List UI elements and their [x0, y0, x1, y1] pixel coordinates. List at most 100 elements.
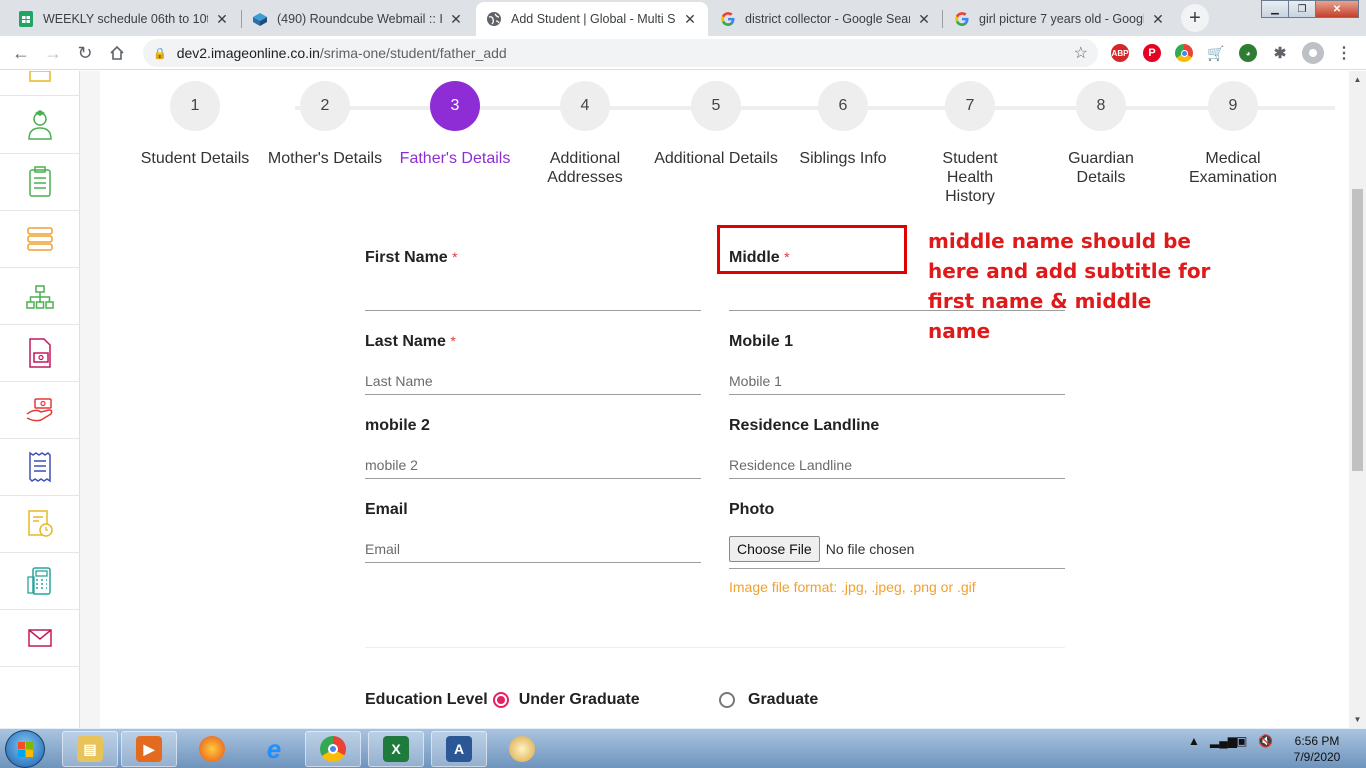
annotation-note: middle name should be here and add subti…	[928, 229, 1211, 343]
step-siblings-info[interactable]: 6 Siblings Info	[778, 81, 908, 168]
tab-roundcube[interactable]: (490) Roundcube Webmail :: Inb ✕	[242, 2, 474, 36]
sidebar-item-timetable[interactable]	[0, 496, 80, 553]
globe-extension-icon[interactable]: ◕	[1239, 44, 1257, 62]
sidebar-item-list[interactable]	[0, 211, 80, 268]
taskbar-ie[interactable]: e	[246, 731, 302, 767]
scroll-up-icon[interactable]: ▲	[1349, 71, 1366, 88]
annotation-highlight-box	[717, 225, 907, 274]
last-name-input[interactable]	[365, 367, 701, 395]
photo-label: Photo	[729, 501, 775, 518]
receipt-icon	[29, 451, 51, 483]
sidebar-item-messages[interactable]	[0, 610, 80, 667]
tab-weekly-schedule[interactable]: WEEKLY schedule 06th to 10th Ju ✕	[8, 2, 240, 36]
education-level-label: Education Level	[365, 691, 488, 708]
scroll-thumb[interactable]	[1352, 189, 1363, 471]
step-additional-details[interactable]: 5 Additional Details	[651, 81, 781, 168]
page-scrollbar[interactable]: ▲ ▼	[1349, 71, 1366, 728]
restore-icon[interactable]: ❐	[1288, 0, 1316, 18]
cart-icon[interactable]: 🛒	[1207, 44, 1225, 62]
taskbar-word[interactable]: A	[431, 731, 487, 767]
email-label: Email	[365, 501, 408, 518]
step-label: Additional Details	[654, 150, 778, 167]
taskbar-explorer[interactable]: ▤	[62, 731, 118, 767]
close-window-icon[interactable]: ✕	[1315, 0, 1359, 18]
taskbar-chrome[interactable]	[305, 731, 361, 767]
sidebar-item-fees[interactable]	[0, 325, 80, 382]
tab-close-icon[interactable]: ✕	[1150, 11, 1166, 28]
pinterest-icon[interactable]: P	[1143, 44, 1161, 62]
landline-label: Residence Landline	[729, 417, 880, 434]
reload-icon[interactable]: ↻	[72, 40, 98, 66]
tab-close-icon[interactable]: ✕	[448, 11, 464, 28]
sidebar-item-accounts[interactable]	[0, 553, 80, 610]
sidebar-item-receipt[interactable]	[0, 439, 80, 496]
first-name-label: First Name *	[365, 249, 701, 269]
photo-format-hint: Image file format: .jpg, .jpeg, .png or …	[729, 579, 976, 595]
step-number: 7	[945, 81, 995, 131]
label-text: First Name	[365, 249, 448, 266]
tab-title: (490) Roundcube Webmail :: Inb	[277, 12, 442, 26]
step-medical-examination[interactable]: 9 Medical Examination	[1168, 81, 1298, 187]
mobile2-field: mobile 2	[365, 417, 701, 479]
step-label: Father's Details	[399, 150, 511, 167]
radio-graduate[interactable]	[719, 692, 735, 708]
new-tab-button[interactable]: +	[1181, 4, 1209, 32]
system-clock[interactable]: 6:56 PM 7/9/2020	[1282, 733, 1352, 765]
forward-icon[interactable]: →	[40, 40, 66, 66]
taskbar-firefox[interactable]	[184, 731, 240, 767]
sidebar-item-top[interactable]	[0, 71, 80, 96]
tab-district-collector[interactable]: district collector - Google Searc ✕	[710, 2, 942, 36]
sidebar-item-student[interactable]	[0, 97, 80, 154]
choose-file-button[interactable]: Choose File	[729, 535, 820, 562]
scroll-down-icon[interactable]: ▼	[1349, 711, 1366, 728]
url-path: /srima-one/student/father_add	[319, 45, 507, 61]
minimize-icon[interactable]: ▁	[1261, 0, 1289, 18]
tab-add-student[interactable]: Add Student | Global - Multi Sch ✕	[476, 2, 708, 36]
chrome-extension-icon[interactable]	[1175, 44, 1193, 62]
step-number: 5	[691, 81, 741, 131]
step-guardian-details[interactable]: 8 Guardian Details	[1036, 81, 1166, 187]
bookmark-star-icon[interactable]: ☆	[1074, 43, 1088, 63]
puzzle-icon[interactable]: ✱	[1271, 44, 1289, 62]
step-label: Student Health History	[942, 150, 998, 205]
landline-input[interactable]	[729, 451, 1065, 479]
landline-field: Residence Landline	[729, 417, 1065, 479]
browser-toolbar: ← → ↻ 🔒 dev2.imageonline.co.in /srima-on…	[0, 36, 1366, 70]
profile-avatar[interactable]	[1302, 42, 1324, 64]
adblock-icon[interactable]: ABP	[1111, 44, 1129, 62]
step-student-health-history[interactable]: 7 Student Health History	[905, 81, 1035, 206]
mobile2-input[interactable]	[365, 451, 701, 479]
mobile1-input[interactable]	[729, 367, 1065, 395]
radio-under-graduate[interactable]	[492, 692, 509, 708]
sidebar-item-hierarchy[interactable]	[0, 268, 80, 325]
tab-title: WEEKLY schedule 06th to 10th Ju	[43, 12, 208, 26]
step-additional-addresses[interactable]: 4 Additional Addresses	[520, 81, 650, 187]
back-icon[interactable]: ←	[8, 40, 34, 66]
step-student-details[interactable]: 1 Student Details	[130, 81, 260, 168]
tab-close-icon[interactable]: ✕	[682, 11, 698, 28]
home-icon[interactable]	[104, 40, 130, 66]
step-mothers-details[interactable]: 2 Mother's Details	[260, 81, 390, 168]
option-label: Graduate	[748, 691, 819, 708]
start-button[interactable]	[5, 730, 45, 768]
taskbar-media-player[interactable]: ▶	[121, 731, 177, 767]
address-bar[interactable]: 🔒 dev2.imageonline.co.in /srima-one/stud…	[143, 39, 1098, 67]
tray-expand-icon[interactable]: ▲	[1188, 734, 1200, 748]
taskbar-excel[interactable]: X	[368, 731, 424, 767]
signal-icon[interactable]: ▂▄▆	[1210, 734, 1237, 748]
clock-date: 7/9/2020	[1293, 750, 1341, 764]
menu-kebab-icon[interactable]: ⋮	[1335, 44, 1353, 62]
tab-close-icon[interactable]: ✕	[214, 11, 230, 28]
device-icon[interactable]: ▣	[1236, 734, 1247, 748]
email-input[interactable]	[365, 535, 701, 563]
org-chart-icon	[26, 285, 54, 309]
tab-close-icon[interactable]: ✕	[916, 11, 932, 28]
step-fathers-details[interactable]: 3 Father's Details	[390, 81, 520, 168]
sidebar-item-clipboard[interactable]	[0, 154, 80, 211]
sidebar-item-payments[interactable]	[0, 382, 80, 439]
taskbar-paint[interactable]	[494, 731, 550, 767]
first-name-input[interactable]	[365, 283, 701, 311]
email-field: Email	[365, 501, 701, 563]
tab-girl-picture[interactable]: girl picture 7 years old - Google ✕	[944, 2, 1176, 36]
volume-muted-icon[interactable]: 🔇	[1258, 734, 1273, 748]
